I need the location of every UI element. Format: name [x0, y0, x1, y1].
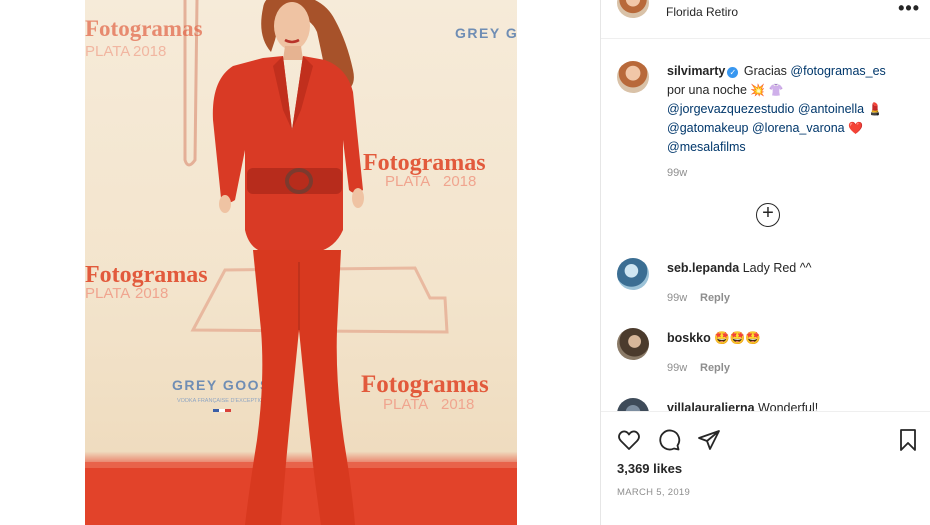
comment-avatar[interactable] — [617, 328, 649, 360]
comment-text: Lady Red ^^ — [742, 261, 812, 275]
backdrop-sponsor-left-sub: VODKA FRANÇAISE D'EXCEPTION — [177, 398, 267, 404]
comments-scroll-area[interactable]: silvimarty ✓ Gracias @fotogramas_es por u… — [601, 39, 930, 411]
caption-text-2: por una noche — [667, 83, 747, 97]
comment-username[interactable]: seb.lepanda — [667, 261, 739, 275]
actions-divider — [601, 411, 930, 412]
post-location[interactable]: Florida Retiro — [666, 5, 738, 19]
backdrop-logo-right: Fotogramas — [361, 371, 489, 398]
backdrop-logo-right-plata: PLATA — [383, 396, 428, 413]
caption-mention-antoinella[interactable]: @antoinella — [798, 102, 864, 116]
comment-time[interactable]: 99w — [667, 362, 687, 374]
comment-avatar[interactable] — [617, 258, 649, 290]
backdrop-logo-left-year: 2018 — [135, 285, 168, 302]
comment-time[interactable]: 99w — [667, 292, 687, 304]
like-heart-icon[interactable] — [617, 428, 641, 452]
comment-text: 🤩🤩🤩 — [714, 331, 761, 345]
backdrop-logo-topleft: Fotogramas — [85, 16, 203, 41]
reply-button[interactable]: Reply — [700, 292, 730, 304]
post-date[interactable]: MARCH 5, 2019 — [617, 487, 690, 498]
collision-emoji-icon: 💥 — [750, 83, 766, 97]
caption-mention-lorenavarona[interactable]: @lorena_varona — [752, 121, 845, 135]
comment-item: villalauralierna Wonderful! — [667, 401, 818, 411]
heart-emoji-icon: ❤️ — [848, 121, 864, 135]
comment-username[interactable]: villalauralierna — [667, 401, 755, 411]
verified-badge-icon: ✓ — [727, 67, 739, 78]
backdrop-logo-right-year: 2018 — [441, 396, 474, 413]
backdrop-logo-topleft-year: 2018 — [133, 43, 166, 60]
caption-username[interactable]: silvimarty — [667, 64, 725, 78]
backdrop-logo-middle-year: 2018 — [443, 173, 476, 190]
more-options-icon[interactable]: ••• — [898, 0, 920, 19]
backdrop-sponsor-topright: GREY G — [455, 25, 517, 41]
post-side-panel: Florida Retiro ••• silvimarty ✓ Gracias @… — [600, 0, 930, 525]
instagram-post-view: Fotogramas PLATA 2018 GREY G Fotogramas … — [0, 0, 930, 525]
share-paper-plane-icon[interactable] — [697, 428, 721, 452]
caption-time[interactable]: 99w — [667, 167, 687, 179]
backdrop-logo-topleft-plata: PLATA — [85, 43, 130, 60]
post-photo-pane: Fotogramas PLATA 2018 GREY G Fotogramas … — [0, 0, 600, 525]
post-caption: silvimarty ✓ Gracias @fotogramas_es por u… — [667, 62, 917, 157]
header-avatar[interactable] — [617, 0, 649, 18]
post-photo[interactable]: Fotogramas PLATA 2018 GREY G Fotogramas … — [85, 0, 517, 525]
comment-bubble-icon[interactable] — [657, 428, 681, 452]
backdrop-logo-left-plata: PLATA — [85, 285, 130, 302]
comment-item: boskko 🤩🤩🤩 — [667, 331, 761, 346]
caption-mention-fotogramas[interactable]: @fotogramas_es — [790, 64, 885, 78]
clothes-emoji-icon: 👚 — [768, 83, 784, 97]
comment-avatar[interactable] — [617, 398, 649, 411]
likes-count[interactable]: 3,369 likes — [617, 461, 682, 476]
reply-button[interactable]: Reply — [700, 362, 730, 374]
comment-username[interactable]: boskko — [667, 331, 711, 345]
save-bookmark-icon[interactable] — [897, 428, 919, 452]
caption-mention-jorgevazquez[interactable]: @jorgevazquezestudio — [667, 102, 794, 116]
caption-avatar[interactable] — [617, 61, 649, 93]
caption-mention-mesalafilms[interactable]: @mesalafilms — [667, 140, 746, 154]
comment-text: Wonderful! — [758, 401, 819, 411]
backdrop-logo-middle-plata: PLATA — [385, 173, 430, 190]
caption-text-1: Gracias — [743, 64, 787, 78]
red-carpet-photo: Fotogramas PLATA 2018 GREY G Fotogramas … — [85, 0, 517, 525]
caption-mention-gatomakeup[interactable]: @gatomakeup — [667, 121, 749, 135]
load-more-comments-icon[interactable]: + — [756, 203, 780, 227]
comment-item: seb.lepanda Lady Red ^^ — [667, 261, 811, 275]
lipstick-emoji-icon: 💄 — [867, 102, 883, 116]
